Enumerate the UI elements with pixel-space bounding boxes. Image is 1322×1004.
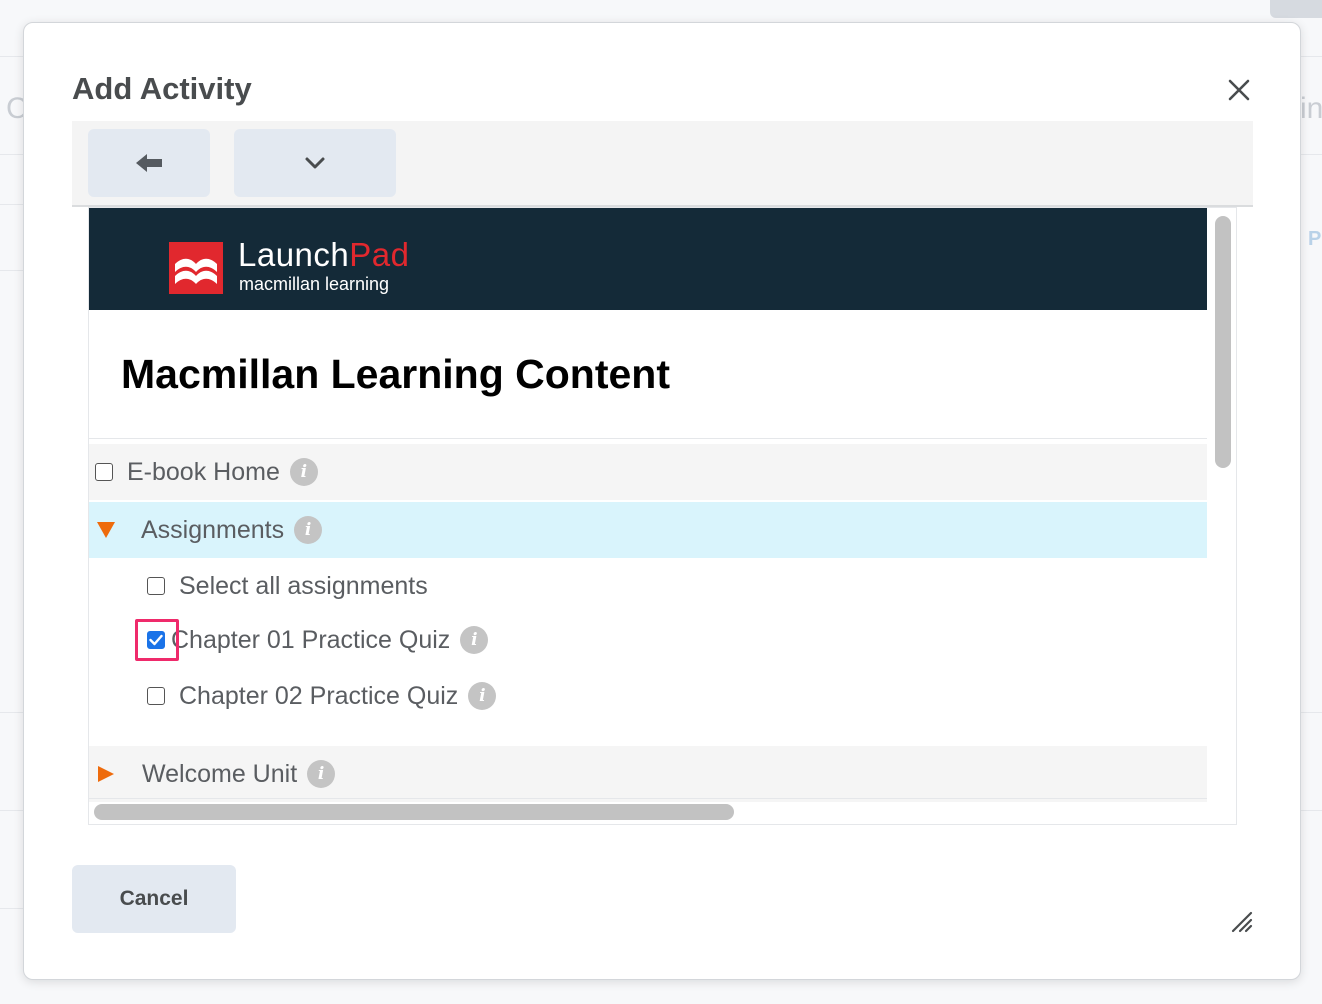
brand-launch: Launch [238,236,350,273]
info-icon[interactable]: i [460,626,489,654]
list-item-chapter-02[interactable]: Chapter 02 Practice Quiz i [89,668,1207,724]
bg-divider [1300,712,1322,713]
bg-divider [0,712,24,713]
resize-grip-icon [1231,911,1253,933]
horizontal-scrollbar-thumb[interactable] [94,804,734,820]
bg-top-button [1270,0,1322,18]
bg-clipped-glyph: in [1300,92,1322,125]
bg-divider [0,908,24,909]
list-item-label: Chapter 02 Practice Quiz [179,681,459,710]
bg-clipped-glyph: P [1308,228,1322,250]
list-item-chapter-01[interactable]: Chapter 01 Practice Quiz i [89,612,1207,668]
bg-divider [1300,56,1322,57]
brand-name: LaunchPad [238,236,409,274]
chapter-02-checkbox[interactable] [147,687,165,705]
folder-welcome-unit[interactable]: Welcome Unit i [89,746,1207,802]
dialog-title: Add Activity [72,71,252,106]
resize-handle[interactable] [1229,909,1253,933]
folder-label: Welcome Unit [142,759,298,788]
ebook-home-checkbox[interactable] [95,463,113,481]
more-options-button[interactable] [234,129,396,197]
select-all-checkbox[interactable] [147,577,165,595]
arrow-left-icon [136,154,162,172]
list-item-label: E-book Home [127,457,280,486]
back-button[interactable] [88,129,210,197]
info-icon[interactable]: i [307,760,336,788]
highlight-annotation [135,619,179,661]
add-activity-dialog: Add Activity LaunchPad macmillan learnin… [23,22,1301,980]
bg-divider [1300,154,1322,155]
brand-subtitle: macmillan learning [239,274,390,294]
list-item-label: Chapter 01 Practice Quiz [171,625,451,654]
toolbar [72,121,1253,207]
vertical-scrollbar-thumb[interactable] [1215,216,1231,468]
info-icon[interactable]: i [294,516,323,544]
bg-divider [0,154,24,155]
folder-label: Assignments [141,515,285,544]
collapsed-triangle-icon[interactable] [98,766,114,782]
bg-divider [0,810,24,811]
content-frame: LaunchPad macmillan learning Macmillan L… [88,207,1237,825]
bg-divider [0,270,24,271]
chevron-down-icon [305,157,325,169]
bg-divider [0,56,24,57]
bg-divider [1300,810,1322,811]
close-button[interactable] [1220,71,1258,109]
list-item-ebook-home[interactable]: E-book Home i [89,444,1207,500]
list-item-label: Select all assignments [179,571,428,600]
frame-bottom-border [89,798,1207,799]
divider [89,438,1207,439]
folder-assignments[interactable]: Assignments i [89,502,1207,558]
expanded-triangle-icon[interactable] [97,522,115,538]
info-icon[interactable]: i [289,458,318,486]
launchpad-banner: LaunchPad macmillan learning [89,208,1207,310]
cancel-button[interactable]: Cancel [72,865,236,933]
info-icon[interactable]: i [468,682,497,710]
book-pages-icon [175,258,217,284]
macmillan-logo [169,242,223,294]
brand-pad: Pad [349,236,410,273]
content-title: Macmillan Learning Content [121,351,670,397]
close-icon [1228,79,1250,101]
bg-divider [0,204,24,205]
list-item-select-all[interactable]: Select all assignments [89,558,1207,614]
